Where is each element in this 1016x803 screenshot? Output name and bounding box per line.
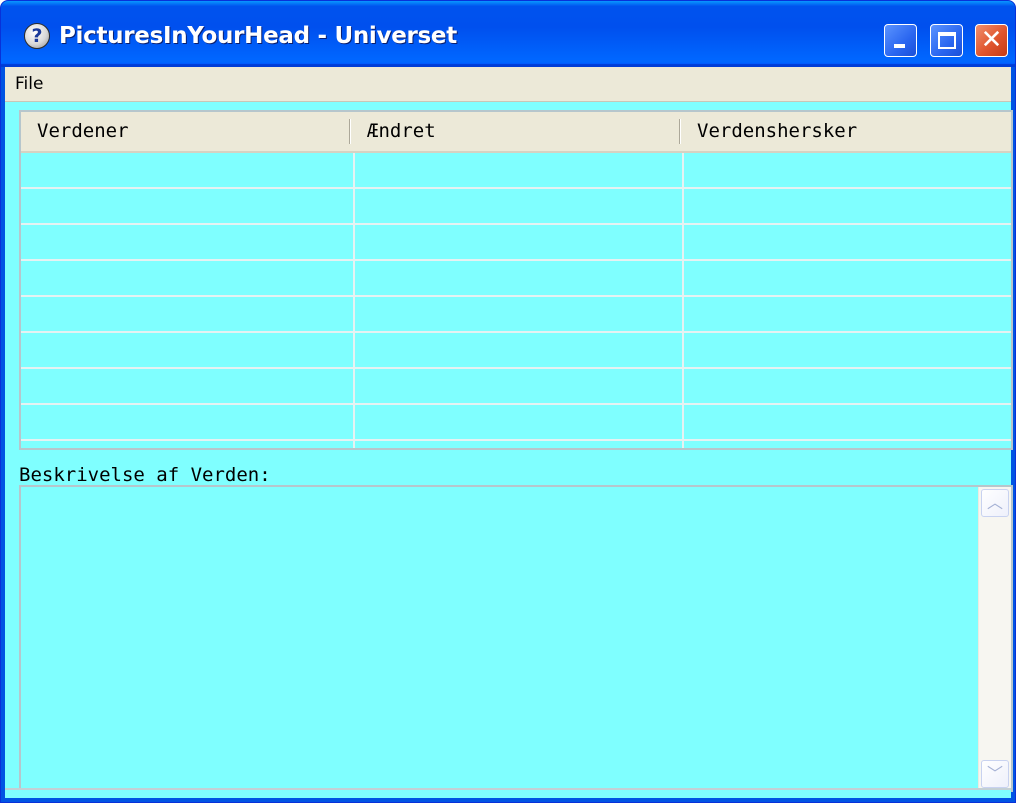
scroll-down-button[interactable]: ﹀: [981, 760, 1009, 788]
minimize-button[interactable]: [884, 24, 917, 57]
close-icon: ✕: [980, 25, 1003, 55]
menu-bar: File: [5, 67, 1011, 102]
client-area: File Verdener Ændret Verdenshersker Besk…: [5, 67, 1013, 798]
maximize-button[interactable]: [930, 24, 963, 57]
window-bottom-edge: [5, 788, 1011, 798]
help-question-icon[interactable]: ?: [24, 23, 50, 49]
table-row[interactable]: [21, 405, 1011, 441]
worlds-table[interactable]: Verdener Ændret Verdenshersker: [19, 110, 1013, 450]
title-bar[interactable]: ? PicturesInYourHead - Universet ✕: [1, 1, 1015, 67]
maximize-icon: [938, 32, 956, 49]
close-button[interactable]: ✕: [975, 24, 1008, 57]
app-window: ? PicturesInYourHead - Universet ✕ File …: [0, 0, 1016, 803]
chevron-down-icon: ﹀: [986, 764, 1003, 783]
column-gridline: [682, 153, 684, 448]
scroll-up-button[interactable]: ︿: [981, 489, 1009, 517]
table-row[interactable]: [21, 189, 1011, 225]
table-row[interactable]: [21, 261, 1011, 297]
vertical-scrollbar[interactable]: ︿ ﹀: [978, 487, 1011, 790]
menu-file[interactable]: File: [11, 73, 47, 95]
table-row[interactable]: [21, 369, 1011, 405]
minimize-icon: [894, 44, 905, 48]
table-row[interactable]: [21, 225, 1011, 261]
table-header: Verdener Ændret Verdenshersker: [21, 112, 1011, 153]
column-gridline: [353, 153, 355, 448]
description-textarea[interactable]: ︿ ﹀: [19, 485, 1013, 792]
table-row[interactable]: [21, 297, 1011, 333]
column-header-verdener[interactable]: Verdener: [21, 112, 351, 151]
description-label: Beskrivelse af Verden:: [19, 464, 271, 486]
column-header-aendret[interactable]: Ændret: [351, 112, 681, 151]
table-row[interactable]: [21, 153, 1011, 189]
column-header-verdenshersker[interactable]: Verdenshersker: [681, 112, 1011, 151]
table-row[interactable]: [21, 333, 1011, 369]
chevron-up-icon: ︿: [986, 493, 1003, 512]
window-title: PicturesInYourHead - Universet: [59, 23, 457, 49]
